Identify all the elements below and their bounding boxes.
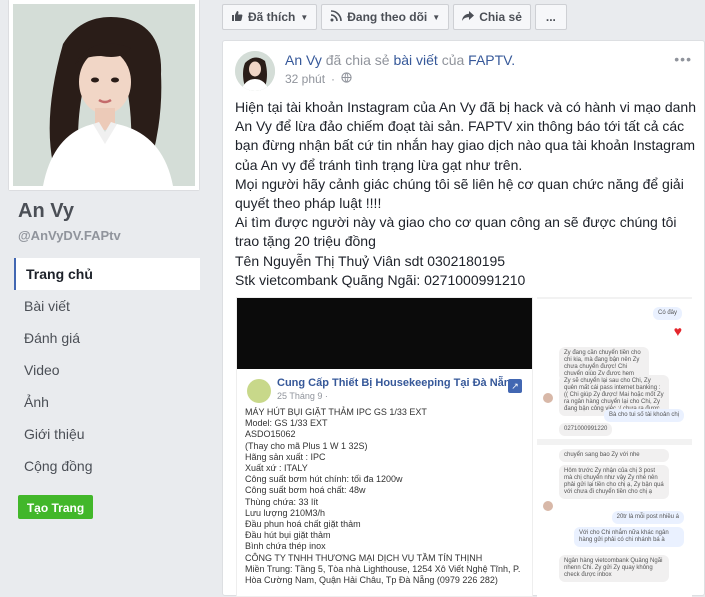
liked-button[interactable]: Đã thích ▼ <box>222 4 318 30</box>
chat-panel-top: Có đây ♥ Zy đang cần chuyển tiền cho chi… <box>537 299 692 439</box>
embedded-fb-post: Cung Cấp Thiết Bị Housekeeping Tại Đà Nẵ… <box>237 369 532 596</box>
more-options-button[interactable]: ... <box>534 4 567 30</box>
chat-bubble: 0271000991220 <box>559 423 613 436</box>
card-line: ASDO15062 <box>245 429 296 440</box>
chat-bubble: Bà cho tui số tài khoản chị <box>603 409 684 422</box>
post-author-link[interactable]: An Vy <box>285 52 322 68</box>
card-line: Đầu hút bụi giặt thảm <box>245 530 331 541</box>
card-line: Hãng sản xuất : IPC <box>245 451 326 462</box>
share-arrow-icon <box>462 10 475 25</box>
page-nav: Trang chủ Bài viết Đánh giá Video Ảnh Gi… <box>14 258 200 482</box>
post-photo-screenshot[interactable]: Cung Cấp Thiết Bị Housekeeping Tại Đà Nẵ… <box>236 297 533 597</box>
avatar <box>543 393 553 403</box>
chat-bubble: Có đây <box>652 307 682 320</box>
post-paragraph: Stk vietcombank Quãng Ngãi: 027100099121… <box>235 271 526 288</box>
card-line: Miền Trung: Tầng 5, Tòa nhà Lighthouse, … <box>245 563 521 574</box>
post-photo-chat[interactable]: Có đây ♥ Zy đang cần chuyển tiền cho chi… <box>537 297 692 597</box>
card-lines: MÁY HÚT BỤI GIẶT THẢM IPC GS 1/33 EXT Mo… <box>245 407 530 586</box>
create-page-button[interactable]: Tạo Trang <box>18 495 93 519</box>
liked-button-label: Đã thích <box>248 10 296 24</box>
card-line: MÁY HÚT BỤI GIẶT THẢM IPC GS 1/33 EXT <box>245 407 427 417</box>
more-dots-icon: ... <box>545 10 556 24</box>
chat-bubble: Ngân hàng vietcombank Quảng Ngãi nhenn C… <box>559 555 669 582</box>
author-avatar[interactable] <box>235 51 275 91</box>
redacted-area <box>237 298 532 369</box>
card-line: Model: GS 1/33 EXT <box>245 418 328 429</box>
chat-bubble: Hôm trước Zy nhận của chị 3 post mà chị … <box>559 465 669 499</box>
avatar <box>543 501 553 511</box>
nav-item-video[interactable]: Video <box>14 354 200 386</box>
post-paragraph: Hiện tại tài khoản Instagram của An Vy đ… <box>235 99 696 173</box>
nav-item-home[interactable]: Trang chủ <box>14 258 200 290</box>
post-header: An Vy đã chia sẻ bài viết của FAPTV. <box>285 52 515 68</box>
of-text: của <box>441 52 465 68</box>
nav-item-reviews[interactable]: Đánh giá <box>14 322 200 354</box>
page-action-bar: Đã thích ▼ Đang theo dõi ▼ Chia sẻ ... <box>222 4 567 30</box>
rss-icon <box>330 9 343 25</box>
profile-photo-illustration <box>13 4 195 186</box>
card-line: Đầu phun hoá chất giặt thảm <box>245 519 361 530</box>
post-options-icon[interactable]: ••• <box>674 51 692 67</box>
chat-bubble: Với cho Chi nhắm nữa khác ngân hàng gửi … <box>574 527 684 547</box>
source-page-link[interactable]: FAPTV. <box>468 52 515 68</box>
share-button-label: Chia sẻ <box>479 10 522 24</box>
heart-icon: ♥ <box>673 323 682 339</box>
post-body: Hiện tại tài khoản Instagram của An Vy đ… <box>235 98 697 290</box>
profile-picture[interactable] <box>9 0 199 190</box>
card-line: CÔNG TY TNHH THƯƠNG MẠI DỊCH VỤ TẦM TÍN … <box>245 552 483 563</box>
nav-item-about[interactable]: Giới thiệu <box>14 418 200 450</box>
card-line: Bình chứa thép inox <box>245 541 326 552</box>
thumbs-up-icon <box>231 10 243 25</box>
card-line: Xuất xứ : ITALY <box>245 463 308 474</box>
card-line: Công suất bơm hoá chất: 48w <box>245 485 366 496</box>
nav-item-photos[interactable]: Ảnh <box>14 386 200 418</box>
card-line: Thùng chứa: 33 lít <box>245 496 319 507</box>
card-date: 25 Tháng 9 · <box>277 391 328 401</box>
nav-item-posts[interactable]: Bài viết <box>14 290 200 322</box>
card-page-logo <box>247 379 271 403</box>
share-button[interactable]: Chia sẻ <box>453 4 531 30</box>
post-meta: 32 phút · <box>285 72 352 86</box>
share-arrow-icon: ↗ <box>508 379 522 393</box>
card-line: Lưu lượng 210M3/h <box>245 507 325 518</box>
post-paragraph: Tên Nguyễn Thị Thuỷ Viân sdt 0302180195 <box>235 252 506 269</box>
shared-text: đã chia sẻ <box>325 52 390 68</box>
post-paragraph: Ai tìm được người này và giao cho cơ qua… <box>235 214 677 250</box>
profile-handle[interactable]: @AnVyDV.FAPtv <box>18 228 121 243</box>
post-paragraph: Mọi người hãy cảnh giác chúng tôi sẽ liê… <box>235 175 684 212</box>
card-title: Cung Cấp Thiết Bị Housekeeping Tại Đà Nẵ… <box>277 377 518 389</box>
card-line: (Thay cho mã Plus 1 W 1 32S) <box>245 440 368 451</box>
following-button[interactable]: Đang theo dõi ▼ <box>321 4 450 30</box>
caret-down-icon: ▼ <box>432 12 441 22</box>
left-column: An Vy @AnVyDV.FAPtv Trang chủ Bài viết Đ… <box>0 0 210 596</box>
profile-name[interactable]: An Vy <box>18 200 74 223</box>
caret-down-icon: ▼ <box>300 12 309 22</box>
shared-post-link[interactable]: bài viết <box>393 52 437 68</box>
following-button-label: Đang theo dõi <box>347 10 428 24</box>
shared-post: An Vy đã chia sẻ bài viết của FAPTV. 32 … <box>222 40 705 597</box>
post-timestamp[interactable]: 32 phút <box>285 72 325 86</box>
globe-icon <box>341 72 352 86</box>
nav-item-community[interactable]: Cộng đồng <box>14 450 200 482</box>
card-line: Công suất bơm hút chính: tối đa 1200w <box>245 474 403 485</box>
card-line: Hòa Cường Nam, Quận Hải Châu, Tp Đà Nẵng… <box>245 575 498 586</box>
chat-bubble: chuyển sang bao Zy với nhe <box>559 449 669 462</box>
chat-panel-bottom: chuyển sang bao Zy với nhe Hôm trước Zy … <box>537 445 692 597</box>
chat-bubble: 20tr là mỗi post nhiều á <box>611 511 684 524</box>
